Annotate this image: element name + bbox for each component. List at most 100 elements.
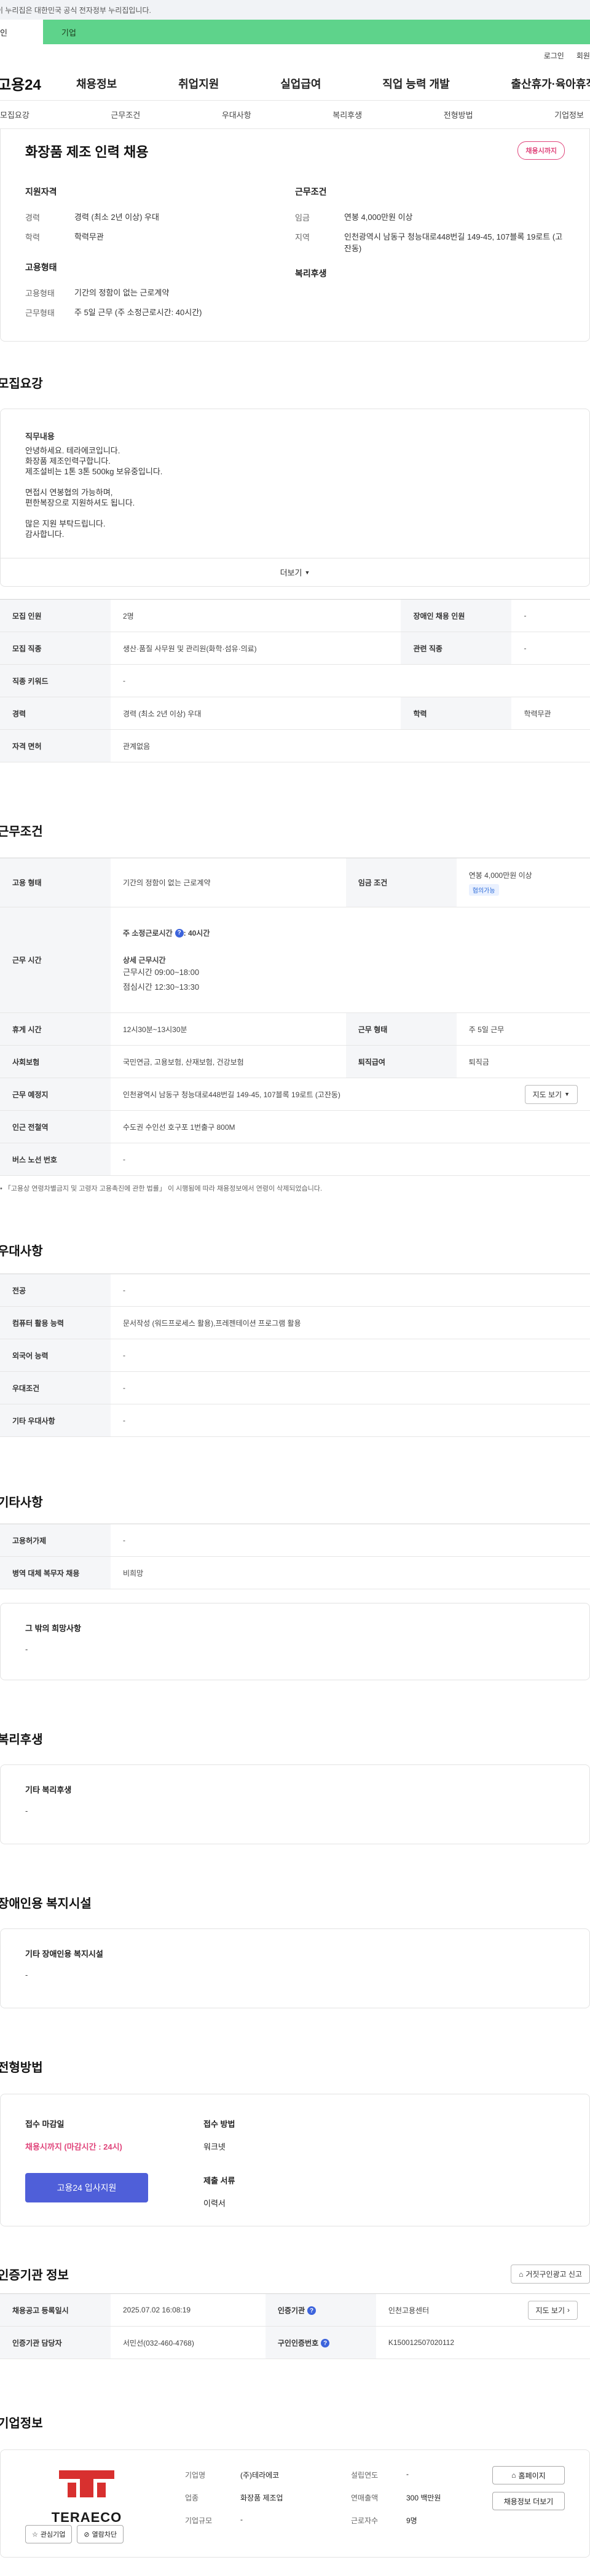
table-row: 경력경력 (최소 2년 이상) 우대 학력학력무관 <box>0 697 590 730</box>
job-description-title: 직무내용 <box>25 431 565 442</box>
home-icon: ⌂ <box>519 2270 523 2279</box>
section-nav-pref[interactable]: 우대사항 <box>222 109 251 120</box>
help-icon[interactable]: ? <box>321 2339 329 2347</box>
gnb-item-unemployment-benefit[interactable]: 실업급여 <box>280 76 321 92</box>
desc-line: 제조설비는 1톤 3톤 500kg 보유중입니다. <box>25 466 565 477</box>
disability-card-title: 기타 장애인용 복지시설 <box>25 1948 565 1959</box>
agency-map-button[interactable]: 지도 보기› <box>528 2301 578 2320</box>
gnb-item-jobs[interactable]: 채용정보 <box>76 76 117 92</box>
section-nav-welfare[interactable]: 복리후생 <box>332 109 362 120</box>
disability-card-value: - <box>25 1970 565 1979</box>
table-cell: 2025.07.02 16:08:19 <box>111 2294 266 2327</box>
section-nav-company[interactable]: 기업정보 <box>554 109 584 120</box>
table-row: 고용허가제- <box>0 1524 590 1557</box>
homepage-button[interactable]: ⌂홈페이지 <box>492 2466 565 2484</box>
company-info-key: 업종 <box>185 2492 240 2503</box>
map-button[interactable]: 지도 보기▼ <box>525 1085 578 1104</box>
gnb-item-parental-leave[interactable]: 출산휴가·육아휴직 <box>511 76 590 92</box>
help-icon[interactable]: ? <box>175 929 184 938</box>
section-heading-agency: 인증기관 정보 <box>0 2265 69 2283</box>
disability-card: 기타 장애인용 복지시설 - <box>0 1928 590 2008</box>
emp-title: 고용형태 <box>25 261 295 273</box>
weekly-hours-value: : 40시간 <box>184 929 210 938</box>
table-row: 휴게 시간 12시30분~13시30분 근무 형태 주 5일 근무 <box>0 1013 590 1046</box>
gnb-item-employment-support[interactable]: 취업지원 <box>178 76 219 92</box>
more-button[interactable]: 더보기▼ <box>1 558 589 586</box>
table-header-cell: 병역 대체 복무자 채용 <box>0 1557 111 1589</box>
company-info: 기업명(주)테라에코 설립연도- 업종화장품 제조업 연매출액300 백만원 기… <box>185 2470 511 2526</box>
company-info-key: 근로자수 <box>351 2515 406 2526</box>
table-cell: 주 5일 근무 <box>457 1013 590 1046</box>
summary-right: 근무조건 임금연봉 4,000만원 이상 지역인천광역시 남동구 청능대로448… <box>295 186 565 326</box>
desc-line: 많은 지원 부탁드립니다. <box>25 519 565 529</box>
home-icon: ⌂ <box>511 2471 516 2480</box>
table-row: 병역 대체 복무자 채용비희망 <box>0 1557 590 1589</box>
summary-row: 경력경력 (최소 2년 이상) 우대 <box>25 211 295 224</box>
more-jobs-button[interactable]: 채용정보 더보기 <box>492 2492 565 2510</box>
etc-table: 고용허가제- 병역 대체 복무자 채용비희망 <box>0 1524 590 1589</box>
section-heading-etc: 기타사항 <box>0 1492 590 1510</box>
company-info-value: - <box>240 2515 351 2526</box>
kv-value: 학력무관 <box>74 231 295 243</box>
agency-label: 인증기관 <box>278 2306 305 2315</box>
section-nav-recruit[interactable]: 모집요강 <box>0 109 30 120</box>
table-header-cell: 모집 직종 <box>0 632 111 665</box>
hours-detail-work: 근무시간 09:00~18:00 <box>123 966 590 979</box>
table-header-cell: 인증기관? <box>266 2294 376 2327</box>
agency-map-label: 지도 보기 <box>536 2305 565 2316</box>
docs-title: 제출 서류 <box>203 2174 565 2186</box>
table-row: 인근 전철역 수도권 수인선 호구포 1번출구 800M <box>0 1111 590 1143</box>
reqno-label: 구인인증번호 <box>278 2339 318 2347</box>
tab-company[interactable]: 기업 <box>53 20 85 44</box>
section-heading-disability: 장애인용 복지시설 <box>0 1893 590 1911</box>
company-logo-text: TERAECO <box>52 2510 122 2526</box>
kv-value: 주 5일 근무 (주 소정근로시간: 40시간) <box>74 307 295 319</box>
desc-line: 감사합니다. <box>25 529 565 539</box>
agency-value: 인천고용센터 <box>388 2305 429 2316</box>
company-info-key: 기업규모 <box>185 2515 240 2526</box>
tab-personal[interactable]: 개인 <box>0 20 43 44</box>
chevron-right-icon: › <box>567 2306 570 2314</box>
signup-link[interactable]: 회원가입 <box>576 50 590 61</box>
table-row: 모집 인원2명 장애인 채용 인원- <box>0 600 590 632</box>
job-summary-card: 화장품 제조 인력 채용 채용시까지 지원자격 경력경력 (최소 2년 이상) … <box>0 129 590 342</box>
section-nav-work[interactable]: 근무조건 <box>111 109 140 120</box>
table-cell: - <box>111 1143 590 1176</box>
table-row: 사회보험 국민연금, 고용보험, 산재보험, 건강보험 퇴직급여 퇴직금 <box>0 1046 590 1078</box>
table-cell: 2명 <box>111 600 401 632</box>
table-header-cell: 퇴직급여 <box>346 1046 457 1078</box>
util-links: 로그인 회원가입 <box>0 44 590 66</box>
table-cell: K150012507020112 <box>376 2327 590 2359</box>
table-cell: 퇴직금 <box>457 1046 590 1078</box>
company-info-value: 9명 <box>406 2515 511 2526</box>
login-link[interactable]: 로그인 <box>544 50 564 61</box>
block-view-button[interactable]: ⊘열람차단 <box>77 2525 124 2543</box>
work-table: 고용 형태 기간의 정함이 없는 근로계약 임금 조건 연봉 4,000만원 이… <box>0 858 590 1176</box>
location-value: 인천광역시 남동구 청능대로448번길 149-45, 107블록 19로트 (… <box>123 1089 340 1100</box>
table-header-cell: 컴퓨터 활용 능력 <box>0 1307 111 1339</box>
table-header-cell: 기타 우대사항 <box>0 1404 111 1437</box>
help-icon[interactable]: ? <box>307 2306 316 2315</box>
site-logo[interactable]: 고용24 <box>0 72 75 94</box>
gov-banner: 이 누리집은 대한민국 공식 전자정부 누리집입니다. <box>0 0 590 20</box>
section-nav-selection[interactable]: 전형방법 <box>444 109 473 120</box>
company-logo: TERAECO <box>25 2459 148 2533</box>
welfare-card: 기타 복리후생 - <box>0 1764 590 1844</box>
method-title: 접수 방법 <box>203 2118 565 2129</box>
job-description-card: 직무내용 안녕하세요. 테라에코입니다. 화장품 제조인력구합니다. 제조설비는… <box>0 409 590 587</box>
favorite-company-button[interactable]: ☆관심기업 <box>25 2525 72 2543</box>
gnb-item-job-training[interactable]: 직업 능력 개발 <box>382 76 449 92</box>
report-button[interactable]: ⌂거짓구인광고 신고 <box>511 2265 590 2284</box>
table-header-cell: 근무 형태 <box>346 1013 457 1046</box>
kv-value: 인천광역시 남동구 청능대로448번길 149-45, 107블록 19로트 (… <box>344 231 565 255</box>
tab-personal-label: 개인 <box>0 26 7 38</box>
company-info-value: 화장품 제조업 <box>240 2492 351 2503</box>
more-jobs-label: 채용정보 더보기 <box>504 2496 554 2507</box>
table-row: 외국어 능력- <box>0 1339 590 1372</box>
apply-button[interactable]: 고용24 입사지원 <box>25 2173 148 2202</box>
summary-row: 지역인천광역시 남동구 청능대로448번길 149-45, 107블록 19로트… <box>295 231 565 255</box>
table-row: 인증기관 담당자 서민선(032-460-4768) 구인인증번호? K1500… <box>0 2327 590 2359</box>
weekly-hours-label: 주 소정근로시간 <box>123 929 173 938</box>
user-type-tabs: 개인 기업 <box>0 20 590 44</box>
kv-value: 기간의 정함이 없는 근로계약 <box>74 287 295 299</box>
